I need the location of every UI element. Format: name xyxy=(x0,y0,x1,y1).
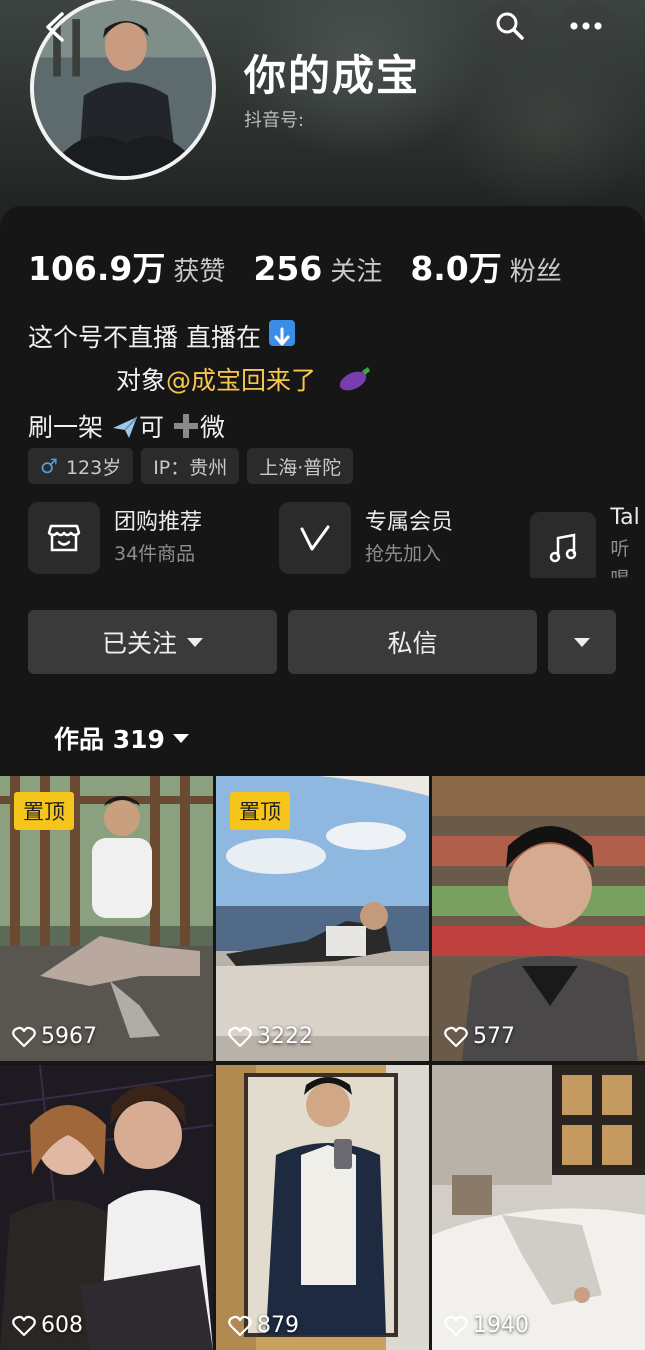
vip-icon xyxy=(279,502,351,574)
heart-icon xyxy=(228,1026,252,1047)
heart-icon xyxy=(444,1315,468,1336)
tag-ip: IP：贵州 xyxy=(141,448,240,484)
stat-likes[interactable]: 106.9万 获赞 xyxy=(28,242,225,290)
back-button[interactable] xyxy=(40,10,70,44)
stat-likes-value: 106.9万 xyxy=(28,249,166,288)
service-title: Tal xyxy=(610,505,640,530)
like-count: 577 xyxy=(444,1024,515,1049)
pinned-badge: 置顶 xyxy=(230,792,290,830)
profile-card: 106.9万 获赞 256 关注 8.0万 粉丝 这个号不直播 直播在 对象@成… xyxy=(0,206,645,776)
bio-mention-link[interactable]: @成宝回来了 xyxy=(166,366,316,395)
tag-age: ♂ 123岁 xyxy=(28,448,134,484)
bio-line-3: 刷一架 可 微 xyxy=(28,406,372,453)
heart-icon xyxy=(12,1026,36,1047)
message-button[interactable]: 私信 xyxy=(288,610,537,674)
bio: 这个号不直播 直播在 对象@成宝回来了 刷一架 可 微 xyxy=(28,316,372,453)
service-music[interactable]: Tal 听喝 xyxy=(530,502,645,578)
like-count: 879 xyxy=(228,1313,299,1338)
like-count: 608 xyxy=(12,1313,83,1338)
more-dots-icon xyxy=(570,22,602,30)
shop-icon xyxy=(28,502,100,574)
stat-following-value: 256 xyxy=(253,249,323,288)
video-tile[interactable]: 879 xyxy=(216,1065,429,1350)
caret-down-icon xyxy=(574,637,590,647)
tag-location: 上海·普陀 xyxy=(247,448,354,484)
douyin-id-label: 抖音号: xyxy=(244,110,305,131)
chevron-left-icon xyxy=(46,12,64,42)
services-row: 团购推荐 34件商品 专属会员 抢先加入 Tal 听 xyxy=(28,502,645,578)
video-tile[interactable]: 置顶 5967 xyxy=(0,776,213,1061)
heart-icon xyxy=(444,1026,468,1047)
like-count: 1940 xyxy=(444,1313,529,1338)
service-group-buy[interactable]: 团购推荐 34件商品 xyxy=(28,502,202,574)
caret-down-icon xyxy=(172,733,189,743)
stat-following-label: 关注 xyxy=(330,257,383,287)
stat-following[interactable]: 256 关注 xyxy=(253,249,382,288)
stat-followers-label: 粉丝 xyxy=(509,257,562,287)
like-count: 3222 xyxy=(228,1024,313,1049)
stat-followers[interactable]: 8.0万 粉丝 xyxy=(410,242,561,290)
stat-followers-value: 8.0万 xyxy=(410,249,502,288)
video-tile[interactable]: 608 xyxy=(0,1065,213,1350)
bio-line-1: 这个号不直播 直播在 xyxy=(28,316,372,359)
stat-likes-label: 获赞 xyxy=(173,257,226,287)
video-thumbnail xyxy=(0,1065,213,1350)
recommend-dropdown-button[interactable] xyxy=(548,610,616,674)
eggplant-icon xyxy=(338,363,372,406)
more-button[interactable] xyxy=(558,0,614,52)
following-button[interactable]: 已关注 xyxy=(28,610,277,674)
video-tile[interactable]: 置顶 3222 xyxy=(216,776,429,1061)
service-subtitle: 34件商品 xyxy=(114,543,196,565)
video-tile[interactable]: 577 xyxy=(432,776,645,1061)
profile-tags: ♂ 123岁 IP：贵州 上海·普陀 xyxy=(28,448,361,484)
down-arrow-icon xyxy=(268,320,295,346)
male-icon: ♂ xyxy=(40,454,58,478)
service-title: 专属会员 xyxy=(365,510,454,535)
caret-down-icon xyxy=(187,637,203,647)
video-grid: 置顶 5967 置顶 3222 577 608 879 1940 xyxy=(0,776,645,1350)
search-button[interactable] xyxy=(482,0,538,52)
bio-line-2: 对象@成宝回来了 xyxy=(28,359,372,406)
heart-icon xyxy=(228,1315,252,1336)
video-tile[interactable]: 1940 xyxy=(432,1065,645,1350)
service-vip[interactable]: 专属会员 抢先加入 xyxy=(279,502,453,574)
stats-row: 106.9万 获赞 256 关注 8.0万 粉丝 xyxy=(28,242,590,290)
plus-icon xyxy=(172,410,200,453)
search-icon xyxy=(496,12,524,40)
video-thumbnail xyxy=(432,776,645,1061)
video-thumbnail xyxy=(432,1065,645,1350)
video-thumbnail xyxy=(216,1065,429,1350)
service-title: 团购推荐 xyxy=(114,510,203,535)
airplane-icon xyxy=(111,410,139,453)
action-buttons: 已关注 私信 xyxy=(28,610,618,676)
like-count: 5967 xyxy=(12,1024,97,1049)
tab-works[interactable]: 作品 319 xyxy=(54,720,189,756)
heart-icon xyxy=(12,1315,36,1336)
service-subtitle: 听喝 xyxy=(610,538,630,578)
music-icon xyxy=(530,512,597,578)
service-subtitle: 抢先加入 xyxy=(365,543,442,565)
pinned-badge: 置顶 xyxy=(14,792,74,830)
nickname: 你的成宝 xyxy=(244,51,421,100)
